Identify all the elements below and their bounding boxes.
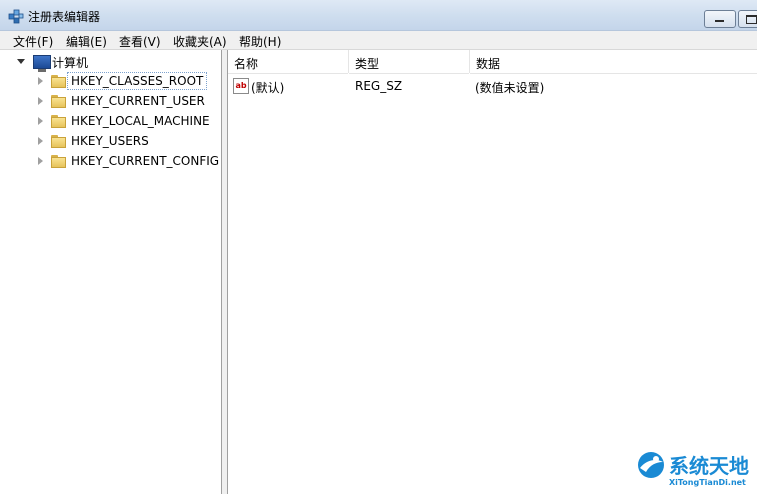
collapse-arrow-icon[interactable] [17, 59, 25, 64]
tree-label-hklm: HKEY_LOCAL_MACHINE [71, 114, 210, 128]
menu-file[interactable]: 文件(F) [13, 33, 53, 50]
ab-string-icon: ab [233, 78, 249, 94]
watermark-title: 系统天地 [669, 454, 749, 478]
tree-label-hkcu: HKEY_CURRENT_USER [71, 94, 205, 108]
column-header-type-label: 类型 [355, 57, 380, 71]
folder-icon [51, 95, 66, 108]
window-title: 注册表编辑器 [28, 10, 101, 24]
tree-label-hku: HKEY_USERS [71, 134, 149, 148]
menu-favorites[interactable]: 收藏夹(A) [173, 33, 227, 50]
site-watermark: 系统天地 XiTongTianDi.net [636, 448, 757, 494]
menu-edit[interactable]: 编辑(E) [66, 33, 107, 50]
value-data: (数值未设置) [475, 81, 545, 95]
tree-item-hku[interactable]: HKEY_USERS [0, 132, 220, 152]
folder-icon [51, 155, 66, 168]
regedit-app-icon [8, 9, 24, 24]
tree-item-hklm[interactable]: HKEY_LOCAL_MACHINE [0, 112, 220, 132]
folder-icon [51, 75, 66, 88]
column-header-data[interactable]: 数据 [470, 50, 757, 74]
table-row[interactable]: ab (默认) REG_SZ (数值未设置) [228, 77, 757, 95]
expand-arrow-icon[interactable] [38, 157, 43, 165]
folder-icon [51, 115, 66, 128]
tree-label-computer: 计算机 [52, 56, 89, 70]
folder-icon [51, 135, 66, 148]
watermark-url: XiTongTianDi.net [669, 478, 746, 487]
title-bar[interactable]: 注册表编辑器 [0, 0, 757, 31]
tree-label-hkcr: HKEY_CLASSES_ROOT [67, 72, 208, 90]
expand-arrow-icon[interactable] [38, 97, 43, 105]
values-list[interactable]: 名称 类型 数据 ab (默认) REG_SZ (数值未设置) [228, 50, 757, 494]
value-name: (默认) [251, 81, 285, 95]
tree-item-hkcu[interactable]: HKEY_CURRENT_USER [0, 92, 220, 112]
menu-help[interactable]: 帮助(H) [239, 33, 281, 50]
column-header-name-label: 名称 [234, 57, 259, 71]
maximize-button[interactable] [738, 10, 757, 28]
registry-tree[interactable]: 计算机 HKEY_CLASSES_ROOT HKEY_CURRENT_USER … [0, 50, 222, 494]
computer-icon [33, 55, 51, 72]
minimize-icon [715, 20, 724, 22]
column-header-data-label: 数据 [476, 57, 501, 71]
minimize-button[interactable] [704, 10, 736, 28]
value-type: REG_SZ [355, 79, 403, 93]
tree-item-computer[interactable]: 计算机 [0, 52, 220, 72]
expand-arrow-icon[interactable] [38, 137, 43, 145]
expand-arrow-icon[interactable] [38, 77, 43, 85]
column-header-type[interactable]: 类型 [349, 50, 469, 74]
watermark-logo-icon [638, 452, 664, 478]
menu-bar: 文件(F) 编辑(E) 查看(V) 收藏夹(A) 帮助(H) [0, 31, 757, 50]
column-header-name[interactable]: 名称 [228, 50, 348, 74]
menu-view[interactable]: 查看(V) [119, 33, 161, 50]
tree-item-hkcc[interactable]: HKEY_CURRENT_CONFIG [0, 152, 220, 172]
tree-item-hkcr[interactable]: HKEY_CLASSES_ROOT [0, 72, 220, 92]
maximize-icon [746, 15, 757, 24]
expand-arrow-icon[interactable] [38, 117, 43, 125]
tree-label-hkcc: HKEY_CURRENT_CONFIG [71, 154, 220, 168]
